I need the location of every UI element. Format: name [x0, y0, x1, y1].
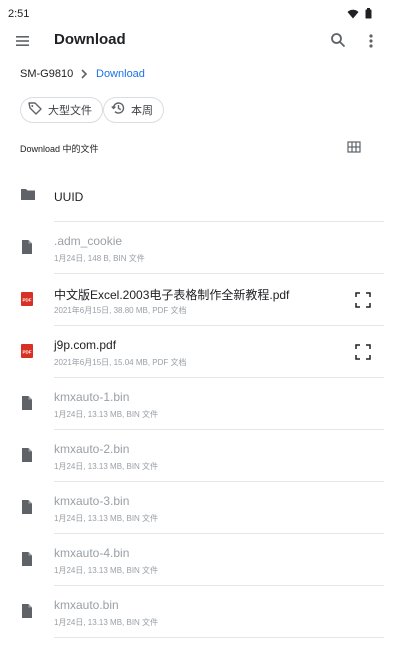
history-icon	[110, 100, 126, 121]
file-meta: 1月24日, 13.13 MB, BIN 文件	[54, 566, 159, 575]
more-vert-icon	[364, 34, 378, 54]
file-icon	[20, 447, 34, 468]
status-time: 2:51	[8, 8, 30, 20]
list-item[interactable]: kmxauto-4.bin 1月24日, 13.13 MB, BIN 文件	[0, 534, 400, 586]
file-name: UUID	[54, 190, 84, 204]
list-item[interactable]: kmxauto-2.bin 1月24日, 13.13 MB, BIN 文件	[0, 430, 400, 482]
file-meta: 2021年6月15日, 15.04 MB, PDF 文档	[54, 358, 187, 367]
file-name: kmxauto-1.bin	[54, 390, 130, 404]
svg-text:PDF: PDF	[23, 298, 32, 303]
status-icons	[347, 6, 372, 24]
list-item[interactable]: kmxauto-1.bin 1月24日, 13.13 MB, BIN 文件	[0, 378, 400, 430]
list-item[interactable]: kmxauto-3.bin 1月24日, 13.13 MB, BIN 文件	[0, 482, 400, 534]
fullscreen-icon[interactable]	[355, 344, 371, 360]
status-bar	[0, 0, 400, 28]
list-item[interactable]: PDF 中文版Excel.2003电子表格制作全新教程.pdf 2021年6月1…	[0, 274, 400, 326]
pdf-icon: PDF	[20, 291, 34, 312]
file-icon	[20, 239, 34, 260]
file-icon	[20, 551, 34, 572]
file-name: .adm_cookie	[54, 234, 123, 248]
chip-large-files[interactable]: 大型文件	[20, 97, 103, 123]
battery-icon	[365, 6, 372, 24]
file-icon	[20, 603, 34, 624]
file-name: 中文版Excel.2003电子表格制作全新教程.pdf	[54, 288, 290, 302]
fullscreen-icon[interactable]	[355, 292, 371, 308]
file-icon	[20, 499, 34, 520]
divider	[54, 637, 384, 638]
chip-this-week-label: 本周	[131, 105, 153, 117]
file-meta: 1月24日, 13.13 MB, BIN 文件	[54, 410, 159, 419]
file-meta: 1月24日, 13.13 MB, BIN 文件	[54, 618, 159, 627]
file-meta: 1月24日, 148 B, BIN 文件	[54, 254, 145, 263]
chip-large-files-label: 大型文件	[48, 105, 92, 117]
pdf-icon: PDF	[20, 343, 34, 364]
file-name: kmxauto-2.bin	[54, 442, 130, 456]
file-name: kmxauto-4.bin	[54, 546, 130, 560]
wifi-icon	[347, 6, 359, 24]
hamburger-menu-icon	[14, 36, 32, 54]
file-name: kmxauto.bin	[54, 598, 119, 612]
grid-view-icon	[347, 141, 361, 158]
list-item[interactable]: PDF j9p.com.pdf 2021年6月15日, 15.04 MB, PD…	[0, 326, 400, 378]
more-options-button[interactable]	[364, 32, 378, 50]
list-item[interactable]: .adm_cookie 1月24日, 148 B, BIN 文件	[0, 222, 400, 274]
grid-view-button[interactable]	[347, 140, 361, 154]
svg-text:PDF: PDF	[23, 350, 32, 355]
folder-icon	[20, 187, 36, 206]
file-meta: 1月24日, 13.13 MB, BIN 文件	[54, 514, 159, 523]
list-item[interactable]: UUID	[0, 170, 400, 222]
label-tag-icon	[27, 100, 43, 121]
page-title: Download	[54, 31, 126, 48]
chip-this-week[interactable]: 本周	[103, 97, 164, 123]
menu-button[interactable]	[14, 32, 32, 50]
file-name: kmxauto-3.bin	[54, 494, 130, 508]
file-meta: 1月24日, 13.13 MB, BIN 文件	[54, 462, 159, 471]
list-item[interactable]: kmxauto.bin 1月24日, 13.13 MB, BIN 文件	[0, 586, 400, 638]
breadcrumb-current[interactable]: Download	[96, 68, 145, 80]
section-title: Download 中的文件	[20, 144, 99, 154]
search-button[interactable]	[330, 32, 346, 48]
file-meta: 2021年6月15日, 38.80 MB, PDF 文档	[54, 306, 187, 315]
search-icon	[330, 33, 346, 52]
file-icon	[20, 395, 34, 416]
chevron-right-icon	[78, 67, 90, 81]
breadcrumb-root[interactable]: SM-G9810	[20, 68, 73, 80]
file-name: j9p.com.pdf	[54, 338, 117, 352]
